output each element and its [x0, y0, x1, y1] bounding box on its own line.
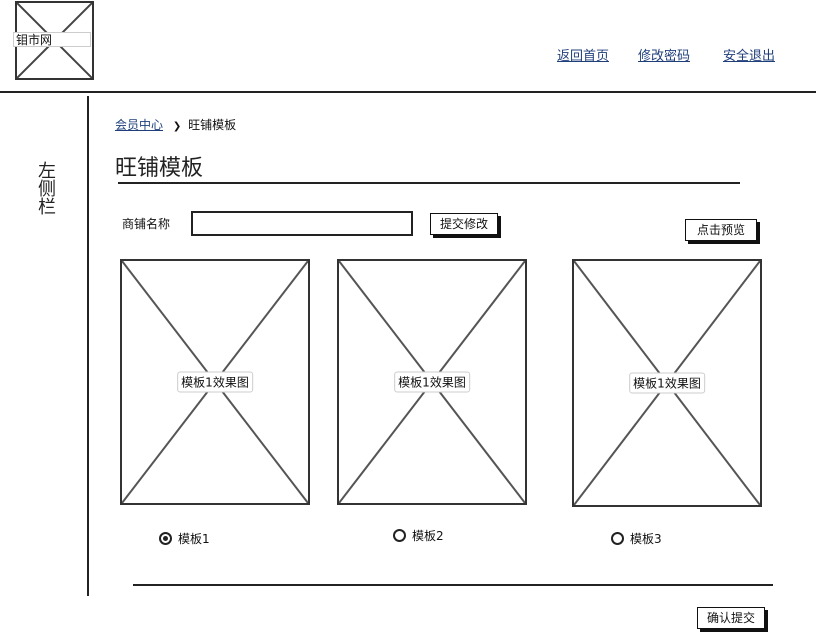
confirm-submit-button[interactable]: 确认提交 — [697, 607, 765, 629]
template-2-image-label: 模板1效果图 — [394, 371, 470, 393]
breadcrumb-current: 旺铺模板 — [188, 118, 237, 132]
preview-button[interactable]: 点击预览 — [685, 219, 757, 241]
home-link[interactable]: 返回首页 — [557, 45, 609, 64]
template-1-image-label: 模板1效果图 — [177, 371, 253, 393]
template-2-preview-image[interactable]: 模板1效果图 — [337, 259, 527, 505]
template-1-radio-option[interactable]: 模板1 — [159, 530, 210, 547]
shop-name-label: 商铺名称 — [122, 217, 171, 231]
sidebar-label: 左侧栏 — [35, 161, 56, 215]
logout-link[interactable]: 安全退出 — [723, 45, 775, 64]
template-2-radio-option[interactable]: 模板2 — [393, 527, 444, 544]
shop-name-input[interactable] — [191, 211, 413, 236]
template-2-radio-label: 模板2 — [412, 529, 444, 543]
template-3-image-label: 模板1效果图 — [629, 372, 705, 394]
breadcrumb-separator-icon: ❯ — [172, 121, 182, 132]
breadcrumb-member-center-link[interactable]: 会员中心 — [115, 118, 163, 132]
footer-divider — [133, 584, 773, 586]
page-title: 旺铺模板 — [115, 156, 204, 181]
template-3-radio-label: 模板3 — [630, 532, 662, 546]
template-1-preview-image[interactable]: 模板1效果图 — [120, 259, 310, 505]
template-3-preview-image[interactable]: 模板1效果图 — [572, 259, 762, 507]
template-1-radio-button[interactable] — [159, 532, 172, 545]
header-divider — [0, 91, 816, 93]
submit-change-button[interactable]: 提交修改 — [430, 213, 498, 235]
breadcrumb: 会员中心 ❯ 旺铺模板 — [115, 116, 236, 133]
template-1-radio-label: 模板1 — [178, 532, 210, 546]
sidebar: 左侧栏 — [0, 93, 88, 598]
template-2-radio-button[interactable] — [393, 529, 406, 542]
sidebar-divider — [87, 96, 89, 596]
change-password-link[interactable]: 修改密码 — [638, 45, 690, 64]
template-3-radio-button[interactable] — [611, 532, 624, 545]
logo-text: 钼市网 — [13, 32, 91, 47]
template-3-radio-option[interactable]: 模板3 — [611, 530, 662, 547]
title-divider — [118, 182, 740, 184]
